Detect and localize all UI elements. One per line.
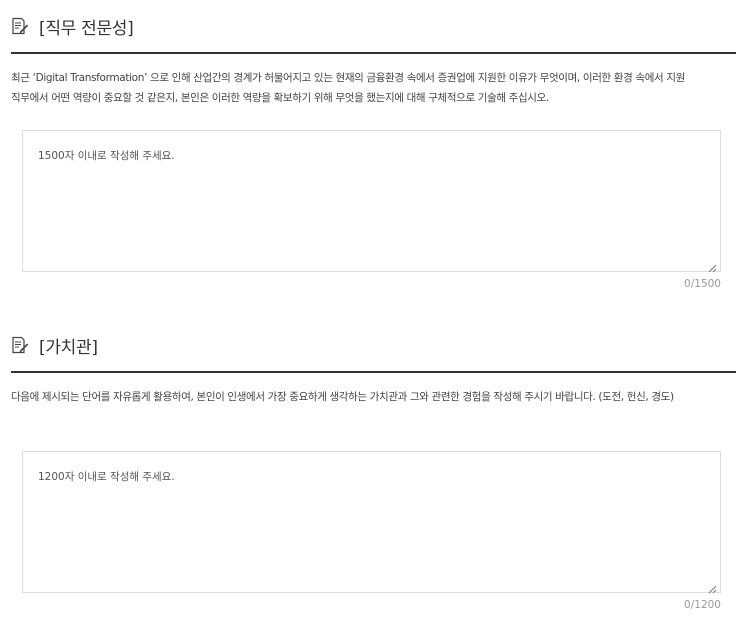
- resize-handle-icon[interactable]: [707, 258, 717, 273]
- section-job-expertise: [직무 전문성] 최근 ‘Digital Transformation’ 으로 …: [0, 0, 743, 292]
- resize-handle-icon[interactable]: [707, 579, 717, 594]
- question-text: 다음에 제시되는 단어를 자유롭게 활용하여, 본인이 인생에서 가장 중요하게…: [11, 391, 674, 403]
- question-text: 최근 ‘Digital Transformation’ 으로 인해 산업간의 경…: [11, 72, 685, 104]
- section-title: [가치관]: [39, 337, 98, 358]
- answer-box: [22, 130, 721, 273]
- answer-textarea[interactable]: [23, 131, 720, 271]
- section-header: [가치관]: [0, 319, 743, 371]
- section-title: [직무 전문성]: [39, 18, 134, 39]
- character-counter: 0/1500: [684, 278, 721, 290]
- section-values: [가치관] 다음에 제시되는 단어를 자유롭게 활용하여, 본인이 인생에서 가…: [0, 319, 743, 613]
- answer-box: [22, 451, 721, 594]
- section-header: [직무 전문성]: [0, 0, 743, 52]
- edit-document-icon: [11, 17, 29, 35]
- character-counter: 0/1200: [684, 599, 721, 611]
- edit-document-icon: [11, 336, 29, 354]
- answer-textarea[interactable]: [23, 452, 720, 592]
